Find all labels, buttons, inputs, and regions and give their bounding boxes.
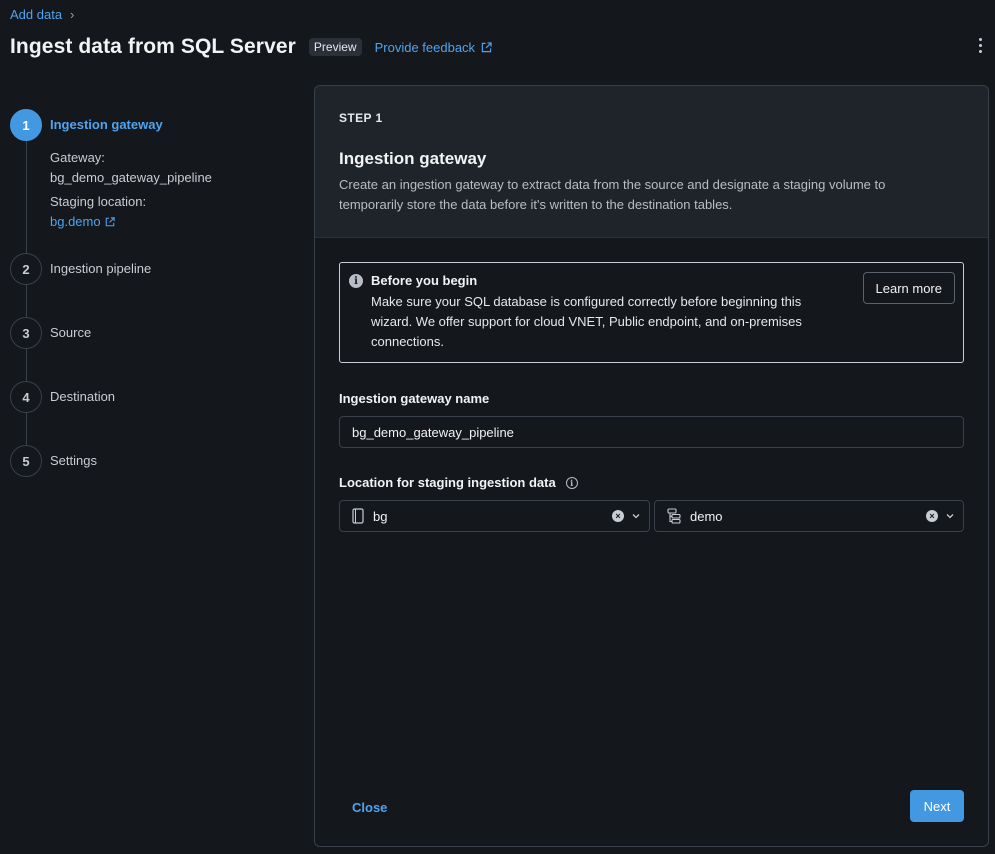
step-ingestion-pipeline[interactable]: 2 Ingestion pipeline <box>10 253 151 285</box>
step-label: Destination <box>50 389 116 404</box>
breadcrumb-add-data-link[interactable]: Add data <box>10 7 62 22</box>
card-description: Create an ingestion gateway to extract d… <box>339 177 886 212</box>
provide-feedback-label: Provide feedback <box>374 39 476 55</box>
schema-select[interactable]: demo × <box>654 500 964 532</box>
staging-location-link[interactable]: bg.demo <box>50 212 212 232</box>
stepper-connector <box>26 141 27 269</box>
catalog-select[interactable]: bg × <box>339 500 650 532</box>
gateway-value: bg_demo_gateway_pipeline <box>50 170 212 185</box>
stepper-connector <box>26 285 27 317</box>
staging-label: Staging location: <box>50 194 147 209</box>
step-source[interactable]: 3 Source <box>10 317 91 349</box>
gateway-name-input[interactable] <box>339 416 964 448</box>
step-settings[interactable]: 5 Settings <box>10 445 97 477</box>
chevron-down-icon <box>946 514 954 519</box>
step-ingestion-gateway[interactable]: 1 Ingestion gateway <box>10 109 163 141</box>
step-destination[interactable]: 4 Destination <box>10 381 115 413</box>
more-options-icon[interactable] <box>977 38 983 53</box>
step-number: 3 <box>10 317 42 349</box>
info-icon: i <box>349 274 363 288</box>
gateway-name-label-text: Ingestion gateway name <box>339 391 490 406</box>
close-button[interactable]: Close <box>339 791 400 823</box>
learn-more-button[interactable]: Learn more <box>862 272 955 304</box>
schema-icon <box>667 508 681 524</box>
info-icon[interactable]: i <box>565 476 578 489</box>
notice-body: Make sure your SQL database is configure… <box>371 294 802 349</box>
breadcrumb-separator: › <box>70 7 75 22</box>
preview-badge: Preview <box>308 38 362 56</box>
page: Add data › Ingest data from SQL Server P… <box>0 0 995 854</box>
page-title: Ingest data from SQL Server <box>10 35 296 58</box>
external-link-icon <box>481 41 492 52</box>
breadcrumb: Add data › <box>10 7 74 22</box>
step-label: Ingestion gateway <box>50 117 163 132</box>
stepper-connector <box>26 413 27 445</box>
stepper-connector <box>26 349 27 381</box>
step-number: 2 <box>10 253 42 285</box>
step-label: Settings <box>50 453 97 468</box>
provide-feedback-link[interactable]: Provide feedback <box>375 40 492 55</box>
title-row: Ingest data from SQL Server Preview Prov… <box>10 32 492 62</box>
next-button[interactable]: Next <box>910 790 964 822</box>
step-number: 1 <box>10 109 42 141</box>
staging-location-label: Location for staging ingestion data i <box>339 475 578 490</box>
external-link-icon <box>105 217 115 227</box>
card-header: STEP 1 Ingestion gateway Create an inges… <box>315 86 988 238</box>
step-label: Ingestion pipeline <box>50 261 152 276</box>
schema-value: demo <box>690 508 723 524</box>
catalog-icon <box>352 508 364 524</box>
clear-icon[interactable]: × <box>612 510 624 522</box>
step-details: Gateway: bg_demo_gateway_pipeline Stagin… <box>50 148 212 232</box>
step-number: 5 <box>10 445 42 477</box>
step-number: 4 <box>10 381 42 413</box>
card-title: Ingestion gateway <box>339 149 487 168</box>
gateway-label: Gateway: <box>50 150 105 165</box>
chevron-down-icon <box>632 514 640 519</box>
step-indicator: STEP 1 <box>339 111 383 125</box>
clear-icon[interactable]: × <box>926 510 938 522</box>
wizard-card: STEP 1 Ingestion gateway Create an inges… <box>314 85 989 847</box>
step-label: Source <box>50 325 92 340</box>
staging-location-value: bg.demo <box>50 214 101 229</box>
staging-location-label-text: Location for staging ingestion data <box>339 475 556 490</box>
before-you-begin-notice: i Before you begin Make sure your SQL da… <box>339 262 964 363</box>
catalog-value: bg <box>373 508 388 524</box>
gateway-name-label: Ingestion gateway name <box>339 391 489 406</box>
